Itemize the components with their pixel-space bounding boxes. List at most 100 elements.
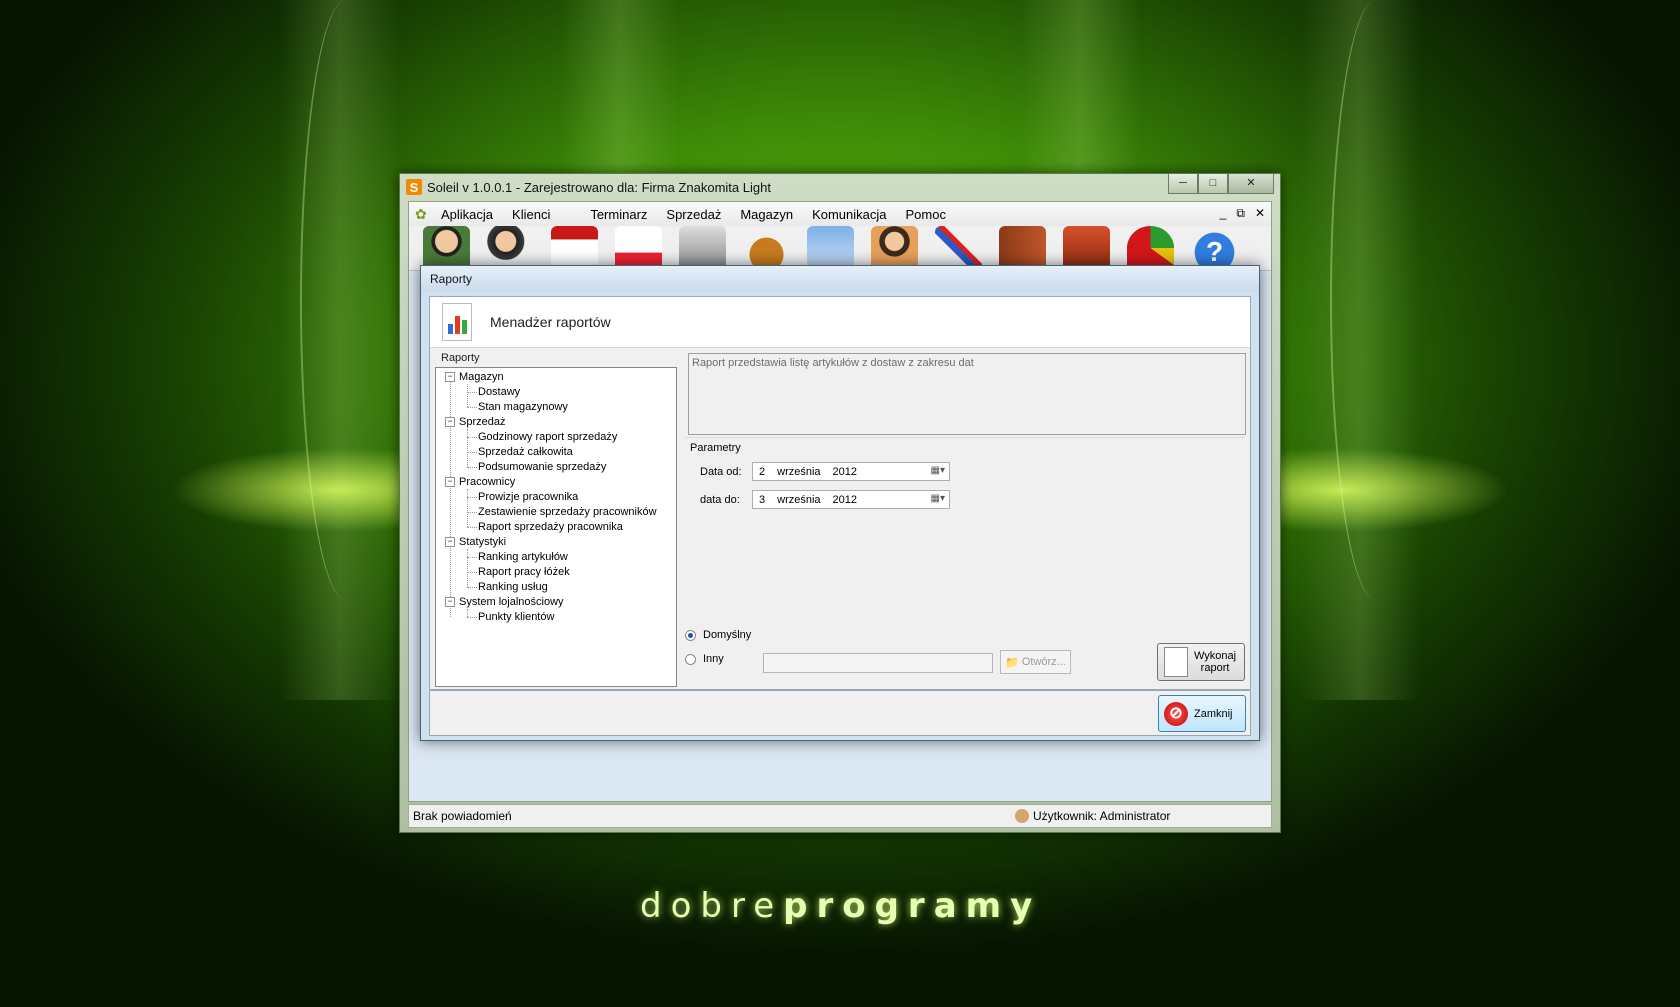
status-user-label: Użytkownik: Administrator: [1033, 809, 1171, 823]
folder-icon: 📁: [1005, 656, 1019, 669]
tree-group-magazyn[interactable]: − Magazyn: [445, 370, 504, 385]
tree-group-label: Pracownicy: [459, 476, 516, 488]
help-icon[interactable]: ?: [1191, 226, 1238, 270]
client-icon[interactable]: [423, 226, 470, 270]
date-from-month: września: [777, 465, 821, 478]
bg-wave: [1330, 0, 1422, 600]
tree-item-raport-sprzedazy-pracownika[interactable]: Raport sprzedaży pracownika: [478, 520, 623, 535]
pie-chart-icon[interactable]: [1127, 226, 1174, 270]
mdi-controls: _ ⧉ ✕: [1220, 206, 1265, 221]
dialog-title: Raporty: [430, 272, 473, 286]
parameters-label: Parametry: [690, 442, 741, 454]
clients-icon[interactable]: [487, 226, 534, 270]
calendar-icon[interactable]: [551, 226, 598, 270]
brand-part1: dobre: [640, 886, 784, 926]
tree-item-punkty-klientow[interactable]: Punkty klientów: [478, 610, 554, 625]
report-description: Raport przedstawia listę artykułów z dos…: [688, 353, 1246, 435]
status-bar: Brak powiadomień Użytkownik: Administrat…: [408, 804, 1272, 828]
app-logo-icon: S: [406, 179, 422, 195]
warehouse-icon[interactable]: [999, 226, 1046, 270]
boxes-icon[interactable]: [1063, 226, 1110, 270]
collapse-icon[interactable]: −: [445, 537, 455, 548]
tree-group-label: Magazyn: [459, 371, 504, 383]
menu-klienci[interactable]: Klienci: [512, 207, 550, 222]
tree-item-ranking-uslug[interactable]: Ranking usług: [478, 580, 548, 595]
report-tree[interactable]: − Magazyn Dostawy Stan magazynowy − Sprzed…: [435, 367, 677, 687]
tree-group-statystyki[interactable]: − Statystyki: [445, 535, 506, 550]
menu-komunikacja[interactable]: Komunikacja: [812, 207, 886, 222]
collapse-icon[interactable]: −: [445, 372, 455, 383]
tree-item-stan-magazynowy[interactable]: Stan magazynowy: [478, 400, 568, 415]
tools-icon[interactable]: [935, 226, 982, 270]
menu-aplikacja[interactable]: Aplikacja: [441, 207, 493, 222]
tree-item-podsumowanie[interactable]: Podsumowanie sprzedaży: [478, 460, 606, 475]
close-dialog-button[interactable]: ⊘ Zamknij: [1158, 695, 1246, 732]
collapse-icon[interactable]: −: [445, 597, 455, 608]
collapse-icon[interactable]: −: [445, 417, 455, 428]
status-user: Użytkownik: Administrator: [1015, 809, 1170, 823]
calendar-dropdown-icon[interactable]: ▦▾: [931, 493, 945, 504]
user-icon: [1015, 809, 1029, 823]
tree-group-label: Sprzedaż: [459, 416, 506, 428]
tree-item-sprzedaz-calkowita[interactable]: Sprzedaż całkowita: [478, 445, 573, 460]
radio-other-row[interactable]: Inny: [685, 653, 724, 665]
maximize-button[interactable]: □: [1198, 174, 1228, 194]
tree-item-prowizje[interactable]: Prowizje pracownika: [478, 490, 578, 505]
toolbar: ?: [409, 226, 1271, 270]
dialog-header: Menadżer raportów: [430, 297, 1250, 348]
menu-bar: ✿ Aplikacja Klienci Terminarz Sprzedaż M…: [409, 202, 1271, 226]
tree-group-pracownicy[interactable]: − Pracownicy: [445, 475, 515, 490]
minimize-button[interactable]: ─: [1168, 174, 1198, 194]
close-circle-icon: ⊘: [1164, 701, 1188, 726]
mdi-restore-icon[interactable]: ⧉: [1236, 206, 1245, 221]
reports-dialog: Raporty Menadżer raportów Raporty − Maga…: [420, 265, 1260, 741]
template-path-input[interactable]: [763, 653, 993, 673]
date-to-day: 3: [759, 493, 766, 506]
tree-item-raport-pracy-lozek[interactable]: Raport pracy łóżek: [478, 565, 570, 580]
close-dialog-label: Zamknij: [1194, 707, 1233, 720]
menu-terminarz[interactable]: Terminarz: [590, 207, 647, 222]
money-bag-icon[interactable]: [743, 226, 790, 270]
schedule-icon[interactable]: [615, 226, 662, 270]
run-report-label-line1: Wykonaj: [1194, 650, 1237, 662]
tree-item-dostawy[interactable]: Dostawy: [478, 385, 520, 400]
tree-group-system-lojalnosciowy[interactable]: − System lojalnościowy: [445, 595, 564, 610]
cash-register-icon[interactable]: [679, 226, 726, 270]
open-button[interactable]: 📁 Otwórz...: [1000, 650, 1071, 674]
date-to-picker[interactable]: 3 września 2012 ▦▾: [752, 490, 950, 509]
run-report-button[interactable]: Wykonaj raport: [1157, 643, 1245, 681]
mdi-close-icon[interactable]: ✕: [1255, 206, 1265, 221]
employee-icon[interactable]: [871, 226, 918, 270]
dialog-title-bar[interactable]: Raporty: [421, 266, 1259, 292]
collapse-icon[interactable]: −: [445, 477, 455, 488]
id-card-icon[interactable]: [807, 226, 854, 270]
calendar-dropdown-icon[interactable]: ▦▾: [931, 465, 945, 476]
radio-other-label: Inny: [703, 653, 724, 665]
radio-default[interactable]: [685, 629, 696, 641]
report-chart-icon: [442, 303, 472, 341]
dialog-body: Menadżer raportów Raporty − Magazyn Dosta…: [429, 296, 1251, 690]
radio-other[interactable]: [685, 653, 696, 665]
parameters-group: Parametry Data od: 2 września 2012 ▦▾ da…: [685, 437, 1245, 603]
menu-sprzedaz[interactable]: Sprzedaż: [666, 207, 721, 222]
tree-item-ranking-artykulow[interactable]: Ranking artykułów: [478, 550, 568, 565]
mdi-minimize-icon[interactable]: _: [1220, 206, 1227, 221]
date-from-day: 2: [759, 465, 766, 478]
date-to-row: data do: 3 września 2012 ▦▾: [700, 490, 950, 509]
title-bar[interactable]: S Soleil v 1.0.0.1 - Zarejestrowano dla:…: [400, 174, 1280, 200]
close-window-button[interactable]: ✕: [1228, 174, 1274, 194]
date-from-picker[interactable]: 2 września 2012 ▦▾: [752, 462, 950, 481]
radio-default-label: Domyślny: [703, 629, 752, 641]
tree-label: Raporty: [441, 352, 480, 364]
menu-magazyn[interactable]: Magazyn: [740, 207, 793, 222]
date-from-row: Data od: 2 września 2012 ▦▾: [700, 462, 950, 481]
tree-item-godzinowy-raport[interactable]: Godzinowy raport sprzedaży: [478, 430, 617, 445]
tree-group-sprzedaz[interactable]: − Sprzedaż: [445, 415, 505, 430]
tree-item-zestawienie[interactable]: Zestawienie sprzedaży pracowników: [478, 505, 657, 520]
brand-part2: programy: [783, 886, 1042, 926]
menu-pomoc[interactable]: Pomoc: [906, 207, 946, 222]
date-from-label: Data od:: [700, 465, 742, 478]
app-menu-icon[interactable]: ✿: [415, 206, 431, 222]
radio-default-row[interactable]: Domyślny: [685, 629, 751, 641]
date-from-year: 2012: [832, 465, 858, 478]
